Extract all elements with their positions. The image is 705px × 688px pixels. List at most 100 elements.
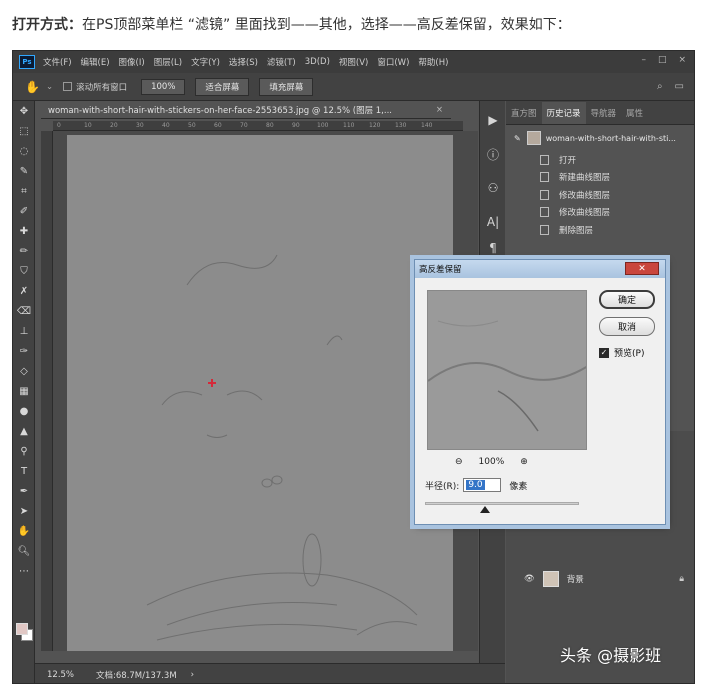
brush-tool-icon[interactable]: ✏	[13, 241, 35, 261]
info-icon[interactable]: ⓘ	[480, 141, 506, 167]
minimize-icon[interactable]: –	[641, 55, 646, 65]
ruler-tick: 140	[421, 122, 433, 129]
horizontal-ruler: 0 10 20 30 40 50 60 70 80 90 100 110 120…	[53, 121, 463, 131]
quick-select-tool-icon[interactable]: ✎	[13, 161, 35, 181]
gradient-tool-icon[interactable]: ▦	[13, 381, 35, 401]
clone-stamp-tool-icon[interactable]: ⛉	[13, 261, 35, 281]
dialog-preview[interactable]	[427, 290, 587, 450]
history-snapshot[interactable]: ✎ woman-with-short-hair-with-sti...	[506, 125, 694, 151]
status-zoom[interactable]: 12.5%	[47, 670, 74, 680]
zoom-100-button[interactable]: 100%	[141, 78, 186, 95]
eraser-tool-icon[interactable]: ⌫	[13, 301, 35, 321]
cancel-button[interactable]: 取消	[599, 317, 655, 336]
zoom-out-icon[interactable]: ⊖	[455, 457, 463, 467]
hand-tool-icon[interactable]: ✋	[25, 80, 40, 94]
menu-image[interactable]: 图像(I)	[119, 56, 145, 68]
menu-3d[interactable]: 3D(D)	[305, 57, 330, 67]
ruler-tick: 90	[292, 122, 300, 129]
pen-tool-icon[interactable]: ✒	[13, 481, 35, 501]
radius-row: 半径(R): 9.0 像素	[425, 478, 527, 492]
ruler-tick: 120	[369, 122, 381, 129]
close-document-icon[interactable]: ×	[436, 105, 443, 115]
dialog-title: 高反差保留	[419, 265, 462, 275]
zoom-in-icon[interactable]: ⊕	[520, 457, 528, 467]
radius-slider[interactable]	[425, 502, 579, 505]
smudge-tool-icon[interactable]: ✑	[13, 341, 35, 361]
ruler-tick: 10	[84, 122, 92, 129]
status-arrow-icon[interactable]: ›	[191, 670, 194, 680]
history-step-label: 打开	[559, 155, 577, 166]
history-step[interactable]: 修改曲线图层	[506, 204, 694, 222]
options-bar: ✋ ⌄ 滚动所有窗口 100% 适合屏幕 填充屏幕 ⌕ ▭	[13, 73, 694, 101]
menu-filter[interactable]: 滤镜(T)	[267, 56, 296, 68]
close-window-icon[interactable]: ×	[678, 55, 686, 65]
document-title: woman-with-short-hair-with-stickers-on-h…	[48, 105, 392, 116]
lasso-tool-icon[interactable]: ◌	[13, 141, 35, 161]
menu-help[interactable]: 帮助(H)	[418, 56, 448, 68]
preview-zoom-controls: ⊖ 100% ⊕	[455, 457, 528, 467]
blur-tool-icon[interactable]: ●	[13, 401, 35, 421]
search-icon[interactable]: ⌕	[657, 81, 663, 92]
paragraph-icon[interactable]: ¶	[480, 235, 506, 261]
crop-tool-icon[interactable]: ⌗	[13, 181, 35, 201]
move-tool-icon[interactable]: ✥	[13, 101, 35, 121]
dialog-close-button[interactable]: ✕	[625, 262, 659, 275]
menu-edit[interactable]: 编辑(E)	[81, 56, 110, 68]
caption-lead: 打开方式：	[12, 17, 82, 33]
more-tools-icon[interactable]: ⋯	[13, 561, 35, 581]
menu-file[interactable]: 文件(F)	[43, 56, 72, 68]
zoom-tool-icon[interactable]: 🔍︎	[13, 541, 35, 561]
hand-tool-side-icon[interactable]: ✋	[13, 521, 35, 541]
menu-select[interactable]: 选择(S)	[229, 56, 258, 68]
history-step[interactable]: 修改曲线图层	[506, 186, 694, 204]
ruler-tick: 50	[188, 122, 196, 129]
history-step[interactable]: 打开	[506, 151, 694, 169]
type-panel-icon[interactable]: A|	[480, 209, 506, 235]
history-brush-tool-icon[interactable]: ✗	[13, 281, 35, 301]
layer-thumbnail	[542, 571, 559, 587]
radius-slider-thumb[interactable]	[480, 506, 490, 513]
preview-checkbox[interactable]: ✓ 预览(P)	[599, 346, 644, 359]
scroll-all-checkbox[interactable]	[63, 82, 73, 91]
tab-history[interactable]: 历史记录	[541, 102, 586, 124]
caption: 打开方式：在PS顶部菜单栏 “滤镜” 里面找到——其他，选择——高反差保留，效果…	[12, 14, 571, 34]
workspace-icon[interactable]: ▭	[675, 81, 684, 92]
vertical-ruler	[41, 131, 53, 651]
eyedropper-tool-icon[interactable]: ✐	[13, 201, 35, 221]
radius-value: 9.0	[466, 480, 485, 490]
eye-icon[interactable]: 👁︎	[524, 574, 535, 584]
radius-input[interactable]: 9.0	[463, 478, 502, 492]
fit-screen-button[interactable]: 适合屏幕	[195, 77, 250, 96]
menu-layer[interactable]: 图层(L)	[154, 56, 182, 68]
document-tab[interactable]: woman-with-short-hair-with-stickers-on-h…	[41, 101, 451, 119]
ruler-tick: 0	[57, 122, 61, 129]
type-tool-icon[interactable]: T	[13, 461, 35, 481]
history-step-label: 修改曲线图层	[559, 190, 611, 201]
tab-properties[interactable]: 属性	[621, 102, 648, 124]
menu-window[interactable]: 窗口(W)	[377, 56, 409, 68]
character-panel-icon[interactable]: ⚇	[480, 175, 506, 201]
tab-histogram[interactable]: 直方图	[506, 102, 542, 124]
history-step[interactable]: 新建曲线图层	[506, 169, 694, 187]
tool-preset-chevron-icon[interactable]: ⌄	[46, 82, 53, 92]
fill-screen-button[interactable]: 填充屏幕	[259, 77, 314, 96]
dialog-titlebar[interactable]: 高反差保留 ✕	[415, 260, 665, 278]
stamp-tool-icon[interactable]: ⊥	[13, 321, 35, 341]
history-step[interactable]: 删除图层	[506, 221, 694, 239]
eraser-alt-tool-icon[interactable]: ◇	[13, 361, 35, 381]
maximize-icon[interactable]: □	[658, 55, 667, 65]
tab-navigator[interactable]: 导航器	[586, 102, 622, 124]
marquee-tool-icon[interactable]: ⬚	[13, 121, 35, 141]
healing-brush-tool-icon[interactable]: ✚	[13, 221, 35, 241]
dodge-tool-icon[interactable]: ⚲	[13, 441, 35, 461]
caption-text: 在PS顶部菜单栏 “滤镜” 里面找到——其他，选择——高反差保留，效果如下：	[82, 17, 571, 33]
brush-source-icon[interactable]: ✎	[514, 134, 521, 143]
foreground-color-swatch[interactable]	[16, 623, 28, 635]
menu-view[interactable]: 视图(V)	[339, 56, 368, 68]
ok-button[interactable]: 确定	[599, 290, 655, 309]
menu-type[interactable]: 文字(Y)	[191, 56, 220, 68]
sharpen-tool-icon[interactable]: ▲	[13, 421, 35, 441]
layer-row-background[interactable]: 👁︎ 背景 🔒︎	[506, 566, 694, 592]
play-icon[interactable]: ▶	[480, 107, 506, 133]
path-select-tool-icon[interactable]: ➤	[13, 501, 35, 521]
